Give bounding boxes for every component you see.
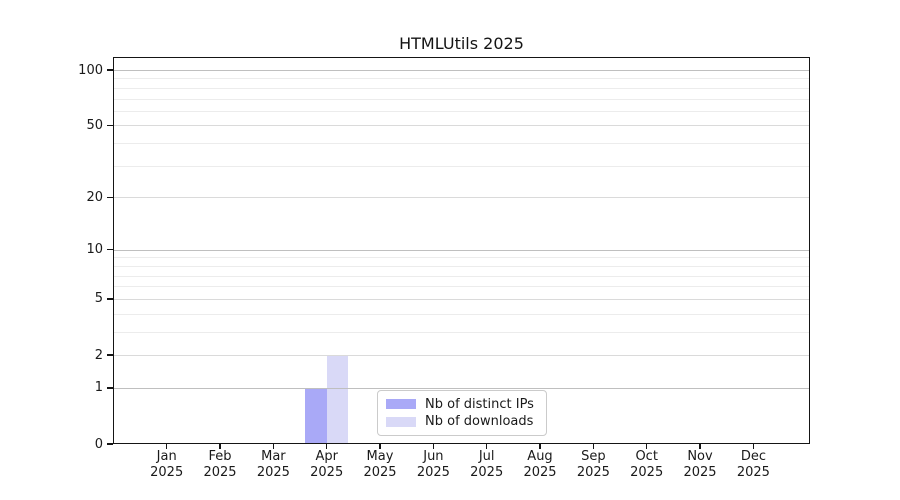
y-tick-label-2: 2 (51, 348, 103, 363)
bar-downloads-apr (327, 355, 349, 444)
gridline-y-30 (114, 166, 809, 167)
x-tick-dec (753, 444, 755, 449)
gridline-y-10 (114, 250, 809, 251)
y-tick-label-50: 50 (51, 118, 103, 133)
legend-swatch-downloads (386, 417, 416, 427)
x-tick-jan (166, 444, 168, 449)
y-tick-50 (107, 125, 113, 127)
legend-label-downloads: Nb of downloads (425, 414, 533, 429)
y-tick-20 (107, 197, 113, 199)
y-tick-label-0: 0 (51, 437, 103, 452)
gridline-y-90 (114, 78, 809, 79)
x-tick-may (379, 444, 381, 449)
gridline-y-8 (114, 266, 809, 267)
y-tick-label-100: 100 (51, 63, 103, 78)
y-tick-label-10: 10 (51, 242, 103, 257)
y-tick-label-5: 5 (51, 291, 103, 306)
legend-item-distinct-ips: Nb of distinct IPs (386, 397, 538, 412)
y-tick-10 (107, 249, 113, 251)
legend: Nb of distinct IPs Nb of downloads (377, 390, 547, 436)
legend-label-distinct-ips: Nb of distinct IPs (425, 397, 534, 412)
y-tick-2 (107, 354, 113, 356)
legend-swatch-distinct-ips (386, 399, 416, 409)
gridline-y-9 (114, 257, 809, 258)
gridline-y-3 (114, 332, 809, 333)
gridline-y-70 (114, 99, 809, 100)
gridline-y-2 (114, 355, 809, 356)
legend-item-downloads: Nb of downloads (386, 414, 538, 429)
x-tick-jul (486, 444, 488, 449)
gridline-y-20 (114, 197, 809, 198)
y-tick-label-20: 20 (51, 190, 103, 205)
x-tick-nov (699, 444, 701, 449)
x-tick-label-dec: Dec2025 (721, 449, 785, 481)
y-tick-1 (107, 387, 113, 389)
gridline-y-40 (114, 143, 809, 144)
x-tick-sep (593, 444, 595, 449)
gridline-y-7 (114, 276, 809, 277)
x-tick-year: 2025 (721, 465, 785, 481)
gridline-y-1 (114, 388, 809, 389)
gridline-y-80 (114, 88, 809, 89)
gridline-y-50 (114, 125, 809, 126)
x-tick-apr (326, 444, 328, 449)
y-tick-5 (107, 298, 113, 300)
x-tick-jun (433, 444, 435, 449)
figure: HTMLUtils 2025 Nb of distinct IPs Nb of … (0, 0, 900, 500)
gridline-y-60 (114, 111, 809, 112)
y-tick-label-1: 1 (51, 380, 103, 395)
y-tick-0 (107, 443, 113, 445)
gridline-y-6 (114, 286, 809, 287)
y-tick-100 (107, 69, 113, 71)
x-tick-oct (646, 444, 648, 449)
x-tick-mar (273, 444, 275, 449)
gridline-y-4 (114, 314, 809, 315)
x-tick-feb (219, 444, 221, 449)
x-tick-aug (539, 444, 541, 449)
chart-title: HTMLUtils 2025 (113, 34, 810, 53)
x-tick-month: Dec (721, 449, 785, 465)
gridline-y-100 (114, 70, 809, 71)
gridline-y-5 (114, 299, 809, 300)
bar-distinct-ips-apr (305, 388, 327, 444)
